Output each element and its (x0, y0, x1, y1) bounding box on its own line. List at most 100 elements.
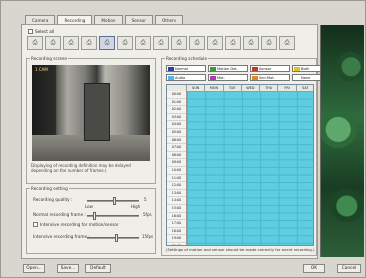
select-all-box[interactable] (28, 29, 33, 34)
schedule-time-label: 04:00 (167, 121, 186, 129)
quality-high-label: High (131, 204, 141, 209)
legend-label: Audio (175, 75, 186, 80)
schedule-time-label: 14:00 (167, 197, 186, 205)
legend-swatch (252, 75, 258, 80)
camera-button[interactable]: ⎙ (207, 36, 223, 50)
schedule-cells[interactable] (187, 91, 313, 245)
open-button[interactable]: Open... (23, 264, 45, 273)
normal-frame-thumb[interactable] (93, 212, 96, 220)
ok-button[interactable]: OK (303, 264, 325, 273)
legend-swatch (210, 75, 216, 80)
schedule-time-label: 13:00 (167, 190, 186, 198)
camera-button[interactable]: ⎙ (63, 36, 79, 50)
camera-preview-image: 1 CAM (32, 65, 150, 161)
intensive-frame-thumb[interactable] (115, 234, 118, 242)
camera-button[interactable]: ⎙ (99, 36, 115, 50)
legend-swatch (210, 66, 216, 71)
camera-button[interactable]: ⎙ (171, 36, 187, 50)
camera-icon: ⎙ (212, 39, 218, 46)
recording-schedule-title: Recording schedule (165, 56, 209, 61)
tab-camera[interactable]: Camera (25, 15, 56, 24)
schedule-time-label: 02:00 (167, 106, 186, 114)
schedule-time-label: 19:00 (167, 235, 186, 243)
schedule-time-label: 00:00 (167, 91, 186, 99)
normal-frame-slider[interactable] (87, 212, 139, 220)
schedule-time-label: 10:00 (167, 167, 186, 175)
legend-swatch (294, 66, 300, 71)
legend-item[interactable]: Sensor (250, 65, 290, 72)
normal-frame-label: Normal recording frame : (33, 212, 86, 217)
schedule-time-label: 09:00 (167, 159, 186, 167)
legend-item[interactable]: Sen.Mot. (250, 74, 290, 81)
quality-slider[interactable] (87, 197, 139, 205)
tab-motion[interactable]: Motion (94, 15, 123, 24)
recording-setting-group: Recording setting Recording quality : 5 … (26, 186, 156, 254)
cancel-button[interactable]: Cancel (337, 264, 361, 273)
schedule-time-label: 12:00 (167, 182, 186, 190)
legend-label: Normal (175, 66, 189, 71)
legend-swatch (168, 75, 174, 80)
tab-sensor[interactable]: Sensor (124, 15, 153, 24)
intensive-frame-label: Intensive recording frame : (33, 234, 90, 239)
decorative-gears-image (320, 25, 364, 257)
schedule-time-label: 20:00 (167, 243, 186, 245)
camera-button[interactable]: ⎙ (243, 36, 259, 50)
quality-slider-thumb[interactable] (113, 197, 116, 205)
camera-icon: ⎙ (230, 39, 236, 46)
schedule-time-column: 00:00 01:00 02:00 03:00 04:00 05:00 06:00 07:00… (167, 91, 187, 245)
schedule-time-label: 17:00 (167, 220, 186, 228)
camera-button[interactable]: ⎙ (135, 36, 151, 50)
camera-icon: ⎙ (158, 39, 164, 46)
intensive-checkbox-box[interactable] (33, 222, 38, 227)
camera-icon: ⎙ (176, 39, 182, 46)
recording-screen-group: Recording screen 1 CAM Displaying of rec… (26, 56, 156, 184)
camera-icon: ⎙ (32, 39, 38, 46)
legend-label: Sensor (259, 66, 272, 71)
quality-low-label: Low (85, 204, 93, 209)
camera-icon: ⎙ (284, 39, 290, 46)
schedule-time-label: 07:00 (167, 144, 186, 152)
intensive-frame-slider[interactable] (87, 234, 139, 242)
recording-schedule-group: Recording schedule Normal Motion Det. Sens… (161, 56, 324, 256)
recording-settings-window: Camera Recording Motion Sensor Others Select… (0, 0, 366, 278)
tab-others[interactable]: Others (154, 15, 184, 24)
camera-icon: ⎙ (122, 39, 128, 46)
legend-item[interactable]: Audio (166, 74, 206, 81)
legend-label: Both (301, 66, 310, 71)
schedule-grid[interactable]: SUN MON TUE WED THU FRI SAT 00:00 01:00 02:00 03:… (166, 84, 314, 246)
legend-swatch (294, 75, 300, 80)
camera-button[interactable]: ⎙ (279, 36, 295, 50)
legend-label: Sen.Mot. (259, 75, 275, 80)
recording-panel: Select all ⎙ ⎙ ⎙ ⎙ ⎙ ⎙ ⎙ ⎙ ⎙ ⎙ ⎙ ⎙ ⎙ ⎙ ⎙ Recording scr… (21, 24, 324, 259)
save-button[interactable]: Save... (57, 264, 79, 273)
camera-button[interactable]: ⎙ (153, 36, 169, 50)
schedule-time-label: 08:00 (167, 152, 186, 160)
camera-button[interactable]: ⎙ (225, 36, 241, 50)
default-button[interactable]: Default (85, 264, 111, 273)
schedule-time-label: 16:00 (167, 213, 186, 221)
camera-button[interactable]: ⎙ (117, 36, 133, 50)
select-all-checkbox[interactable]: Select all (28, 29, 54, 34)
camera-icon: ⎙ (248, 39, 254, 46)
schedule-time-label: 11:00 (167, 175, 186, 183)
camera-icon: ⎙ (86, 39, 92, 46)
legend-label: Motion Det. (217, 66, 238, 71)
schedule-time-label: 05:00 (167, 129, 186, 137)
legend-item[interactable]: Motion Det. (208, 65, 248, 72)
recording-setting-title: Recording setting (30, 186, 69, 191)
schedule-note: (Settings of motion and sensor should be… (166, 247, 315, 252)
preview-door (84, 83, 110, 141)
camera-button[interactable]: ⎙ (81, 36, 97, 50)
schedule-time-label: 01:00 (167, 99, 186, 107)
camera-icon: ⎙ (68, 39, 74, 46)
camera-button[interactable]: ⎙ (45, 36, 61, 50)
camera-button[interactable]: ⎙ (189, 36, 205, 50)
intensive-checkbox[interactable]: Intensive recording for motion/sensor (33, 222, 119, 227)
schedule-legend: Normal Motion Det. Sensor Both Audio Mot. Sen.… (166, 65, 324, 81)
legend-item[interactable]: Normal (166, 65, 206, 72)
camera-button[interactable]: ⎙ (27, 36, 43, 50)
camera-button[interactable]: ⎙ (261, 36, 277, 50)
intensive-checkbox-label: Intensive recording for motion/sensor (40, 222, 119, 227)
normal-frame-value: 5fps (143, 212, 152, 217)
legend-item[interactable]: Mot. (208, 74, 248, 81)
